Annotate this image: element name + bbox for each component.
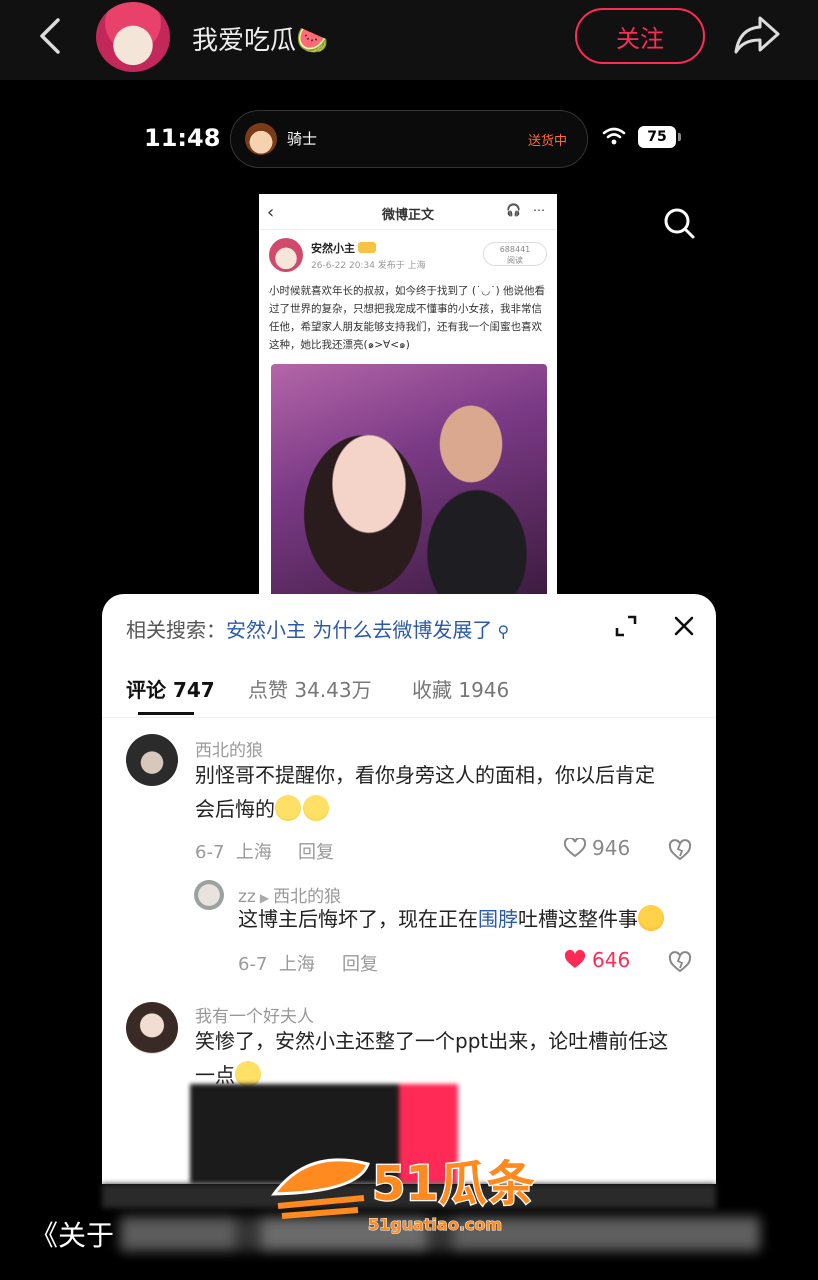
sheet-tabs: 评论 747 点赞 34.43万 收藏 1946 xyxy=(102,654,716,718)
emoji-icon xyxy=(303,795,329,821)
comment-reply-item: zz ▶ 西北的狼 这博主后悔坏了，现在正在围脖吐槽这整件事 6-7 上海 回复 6… xyxy=(102,878,716,988)
status-time: 11:48 xyxy=(144,124,221,152)
comment-text: 别怪哥不提醒你，看你身旁这人的面相，你以后肯定 会后悔的 xyxy=(195,763,655,821)
weibo-read-count: 688441 阅读 xyxy=(483,242,547,266)
share-icon[interactable] xyxy=(732,12,782,58)
heart-filled-icon xyxy=(564,950,586,968)
watermark-logo: 51瓜条 51guatiao.com xyxy=(270,1155,536,1235)
comment-item: 西北的狼 别怪哥不提醒你，看你身旁这人的面相，你以后肯定 会后悔的 6-7 上海… xyxy=(102,730,716,870)
dislike-icon[interactable] xyxy=(668,950,692,974)
comment-sheet: 相关搜索：安然小主 为什么去微博发展了 ⚲ 评论 747 点赞 34.43万 收… xyxy=(102,594,716,1184)
weibo-photo xyxy=(271,364,547,594)
like-count: 946 xyxy=(592,836,631,860)
expand-icon[interactable] xyxy=(614,614,638,638)
courier-avatar xyxy=(245,123,277,155)
tab-favorites[interactable]: 收藏 1946 xyxy=(412,674,509,703)
weibo-meta: 26-6-22 20:34 发布于 上海 xyxy=(311,261,426,271)
weibo-user-name: 安然小主 xyxy=(311,240,376,256)
vip-badge-icon xyxy=(358,242,376,253)
comment-item: 我有一个好夫人 笑惨了，安然小主还整了一个ppt出来，论吐槽前任这 一点 xyxy=(102,998,716,1098)
related-search[interactable]: 相关搜索：安然小主 为什么去微博发展了 ⚲ xyxy=(126,614,509,643)
wifi-icon xyxy=(602,127,626,145)
close-icon[interactable] xyxy=(672,614,696,638)
post-image[interactable]: 11:48 骑士 送货中 75 ‹ 微博正文 🎧 ⋯ 安然小主 26-6-22 … xyxy=(102,94,716,594)
avatar[interactable] xyxy=(194,880,224,910)
back-icon[interactable] xyxy=(30,14,74,58)
weibo-toolbar-icons: 🎧 ⋯ xyxy=(506,203,549,217)
heart-eyes-emoji-icon xyxy=(638,905,664,931)
like-button[interactable]: 946 xyxy=(564,836,630,860)
weibo-text: 小时候就喜欢年长的叔叔，如今终于找到了 (˙◡˙) 他说他看过了世界的复杂，只想… xyxy=(269,285,546,351)
weibo-post-card: ‹ 微博正文 🎧 ⋯ 安然小主 26-6-22 20:34 发布于 上海 688… xyxy=(259,194,557,594)
dislike-icon[interactable] xyxy=(668,838,692,862)
search-icon[interactable] xyxy=(662,206,696,240)
tab-comments[interactable]: 评论 747 xyxy=(126,674,215,703)
related-search-query[interactable]: 安然小主 为什么去微博发展了 xyxy=(226,618,492,642)
active-tab-indicator xyxy=(138,712,194,715)
dynamic-island: 骑士 送货中 xyxy=(230,110,588,168)
follow-button[interactable]: 关注 xyxy=(575,8,705,64)
comment-link[interactable]: 围脖 xyxy=(478,907,518,931)
battery-indicator: 75 xyxy=(638,126,681,148)
comment-text: 笑惨了，安然小主还整了一个ppt出来，论吐槽前任这 一点 xyxy=(195,1029,669,1087)
watermark-brand: 51瓜条 xyxy=(372,1156,535,1212)
top-bar: 我爱吃瓜🍉 关注 xyxy=(0,0,818,80)
weibo-avatar xyxy=(269,238,303,272)
comment-meta: 6-7 上海 xyxy=(238,954,315,975)
author-name[interactable]: 我爱吃瓜🍉 xyxy=(192,20,328,57)
avatar[interactable] xyxy=(126,1002,178,1054)
search-icon: ⚲ xyxy=(492,622,510,641)
weibo-header: ‹ 微博正文 🎧 ⋯ xyxy=(259,194,557,230)
courier-name: 骑士 xyxy=(287,130,318,148)
avatar[interactable] xyxy=(126,734,178,786)
delivery-status: 送货中 xyxy=(527,134,567,149)
comment-meta: 6-7 上海 xyxy=(195,842,272,863)
watermark-url: 51guatiao.com xyxy=(368,1215,502,1234)
reply-button[interactable]: 回复 xyxy=(342,950,378,976)
like-count: 646 xyxy=(592,948,631,972)
tab-likes[interactable]: 点赞 34.43万 xyxy=(248,674,372,703)
author-avatar[interactable] xyxy=(96,2,170,72)
weibo-user-row: 安然小主 26-6-22 20:34 发布于 上海 688441 阅读 xyxy=(259,230,557,278)
like-button[interactable]: 646 xyxy=(564,948,630,972)
comment-text: 这博主后悔坏了，现在正在围脖吐槽这整件事 xyxy=(238,902,708,936)
emoji-icon xyxy=(275,795,301,821)
heart-icon xyxy=(564,838,586,858)
reply-button[interactable]: 回复 xyxy=(298,838,334,864)
